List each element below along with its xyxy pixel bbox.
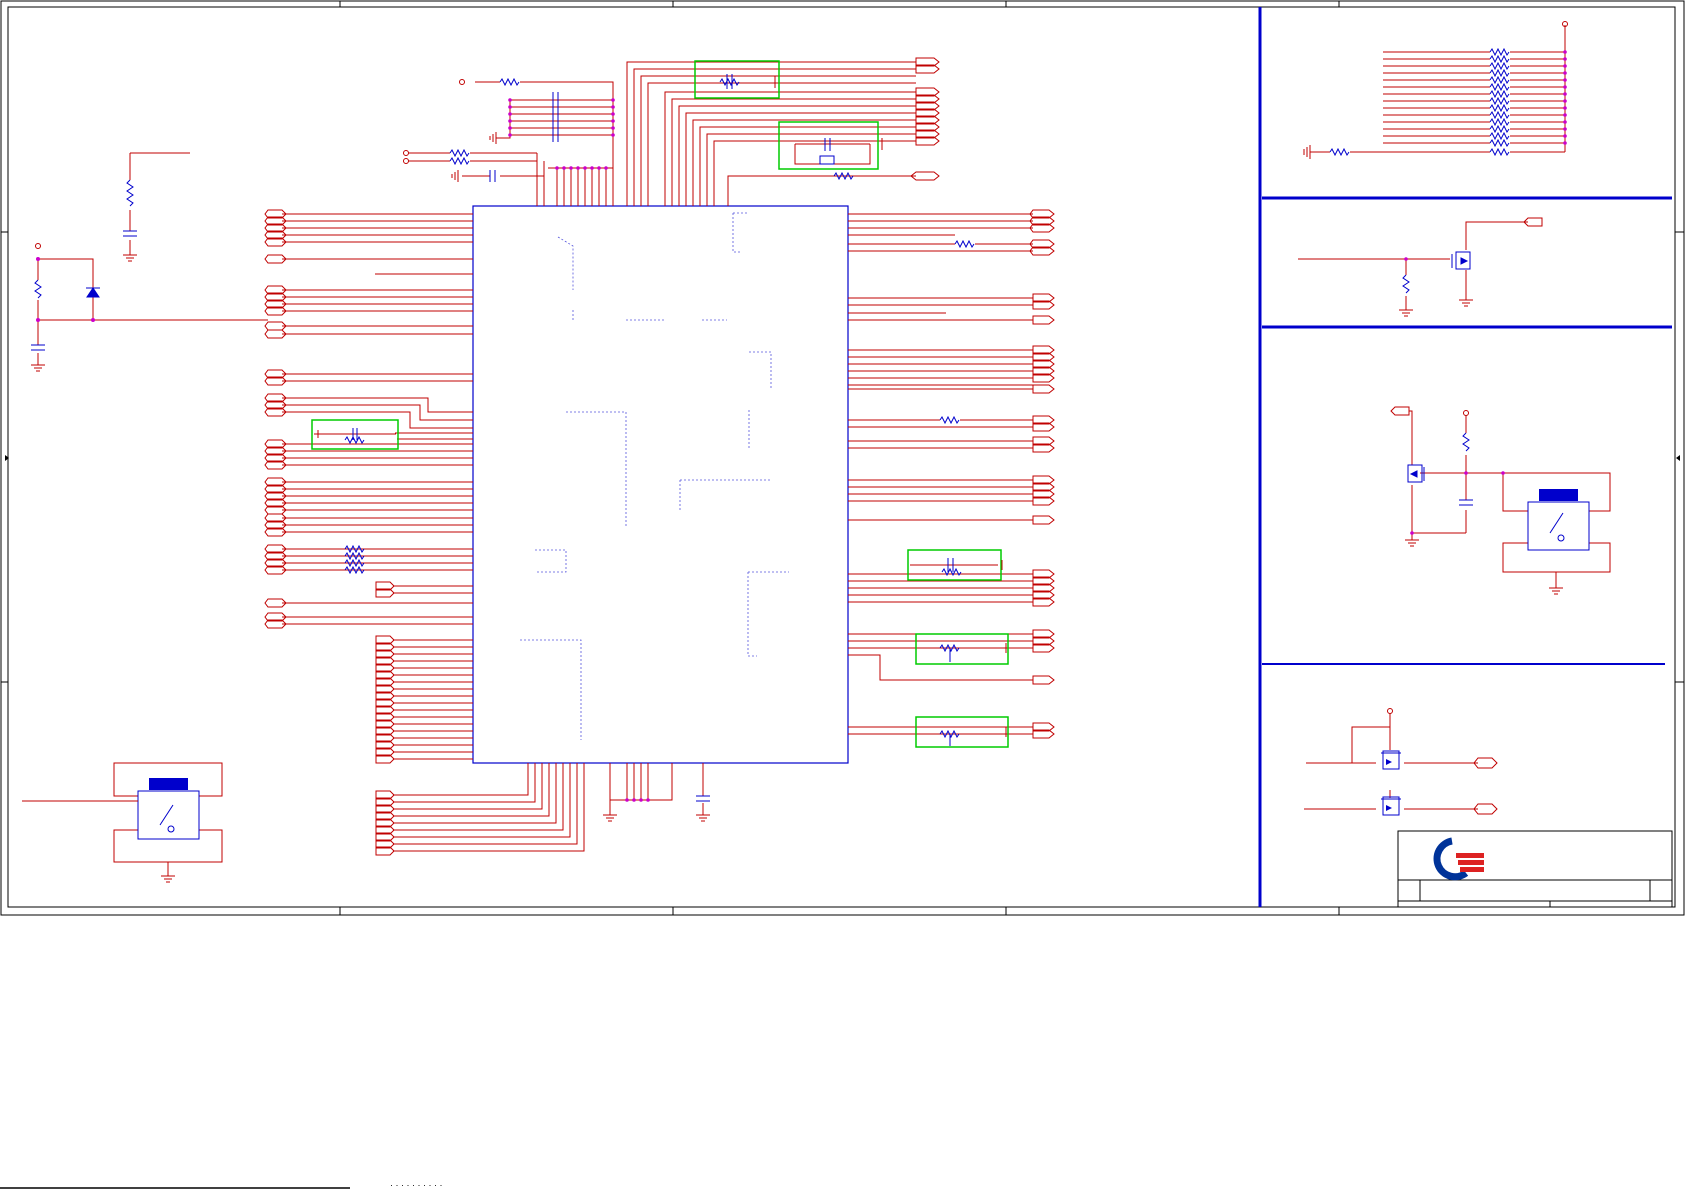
right-signal-lines: [848, 213, 1033, 735]
bottom-grounds: [603, 814, 710, 822]
highlight-right-2-parts: [939, 643, 1007, 662]
junction-dots-top: [508, 98, 615, 170]
highlight-top-2-parts: [794, 138, 883, 165]
resistor-array-ground: [1303, 145, 1311, 159]
left-relay: [22, 762, 223, 883]
highlight-right-3-parts: [939, 727, 1007, 746]
resistor-array-components: [1329, 47, 1510, 157]
right-offpage-connectors: [1029, 209, 1055, 739]
top-ports: [403, 79, 465, 164]
highlight-right-1-parts: [910, 558, 1003, 577]
mosfet-switch: [1298, 217, 1543, 310]
mosfet-switch-junction: [1404, 257, 1408, 261]
lower-left-bus-lines: [393, 639, 473, 760]
sheet-frame: [0, 0, 1685, 916]
left-power-components: [31, 179, 137, 351]
resistor-array: [1310, 25, 1566, 153]
mosfet-relay-port: [1463, 410, 1469, 416]
dual-mosfet-fills: [1386, 759, 1392, 811]
mosfet-switch-parts: [1402, 251, 1471, 294]
top-grounds: [451, 132, 497, 182]
left-resistor-cluster: [344, 544, 365, 575]
right-components: [939, 239, 975, 425]
bottom-connectors: [375, 790, 395, 856]
left-signal-lines: [282, 213, 473, 625]
main-ic-internal-dashes: [520, 212, 789, 740]
lower-left-bus-connectors: [375, 635, 395, 764]
left-power-circuit: [37, 152, 268, 365]
top-signal-lines: [408, 61, 916, 206]
footnote-text: · · · · · · · · · ·: [390, 1180, 443, 1190]
right-relay-coil: [1539, 489, 1578, 501]
junction-dots-left: [36, 257, 95, 322]
zone-arrows: [5, 455, 1680, 461]
bottom-signal-lines: [393, 763, 704, 852]
dual-mosfet-parts: [1381, 750, 1401, 816]
left-ground-symbols: [31, 254, 137, 372]
company-logo: [1433, 837, 1484, 881]
dual-mosfet-port: [1387, 708, 1393, 714]
power-port-left: [35, 243, 41, 249]
highlight-box-top-2: [778, 121, 879, 170]
left-highlight-parts: [314, 428, 396, 445]
highlight-box-right-2: [915, 633, 1009, 665]
left-offpage-connectors: [264, 209, 395, 629]
schematic-sheet: [0, 0, 1685, 1189]
highlight-box-right-3: [915, 716, 1009, 748]
main-ic-body: [472, 205, 849, 764]
mosfet-switch-grounds: [1399, 299, 1473, 317]
bottom-cap: [696, 795, 710, 802]
